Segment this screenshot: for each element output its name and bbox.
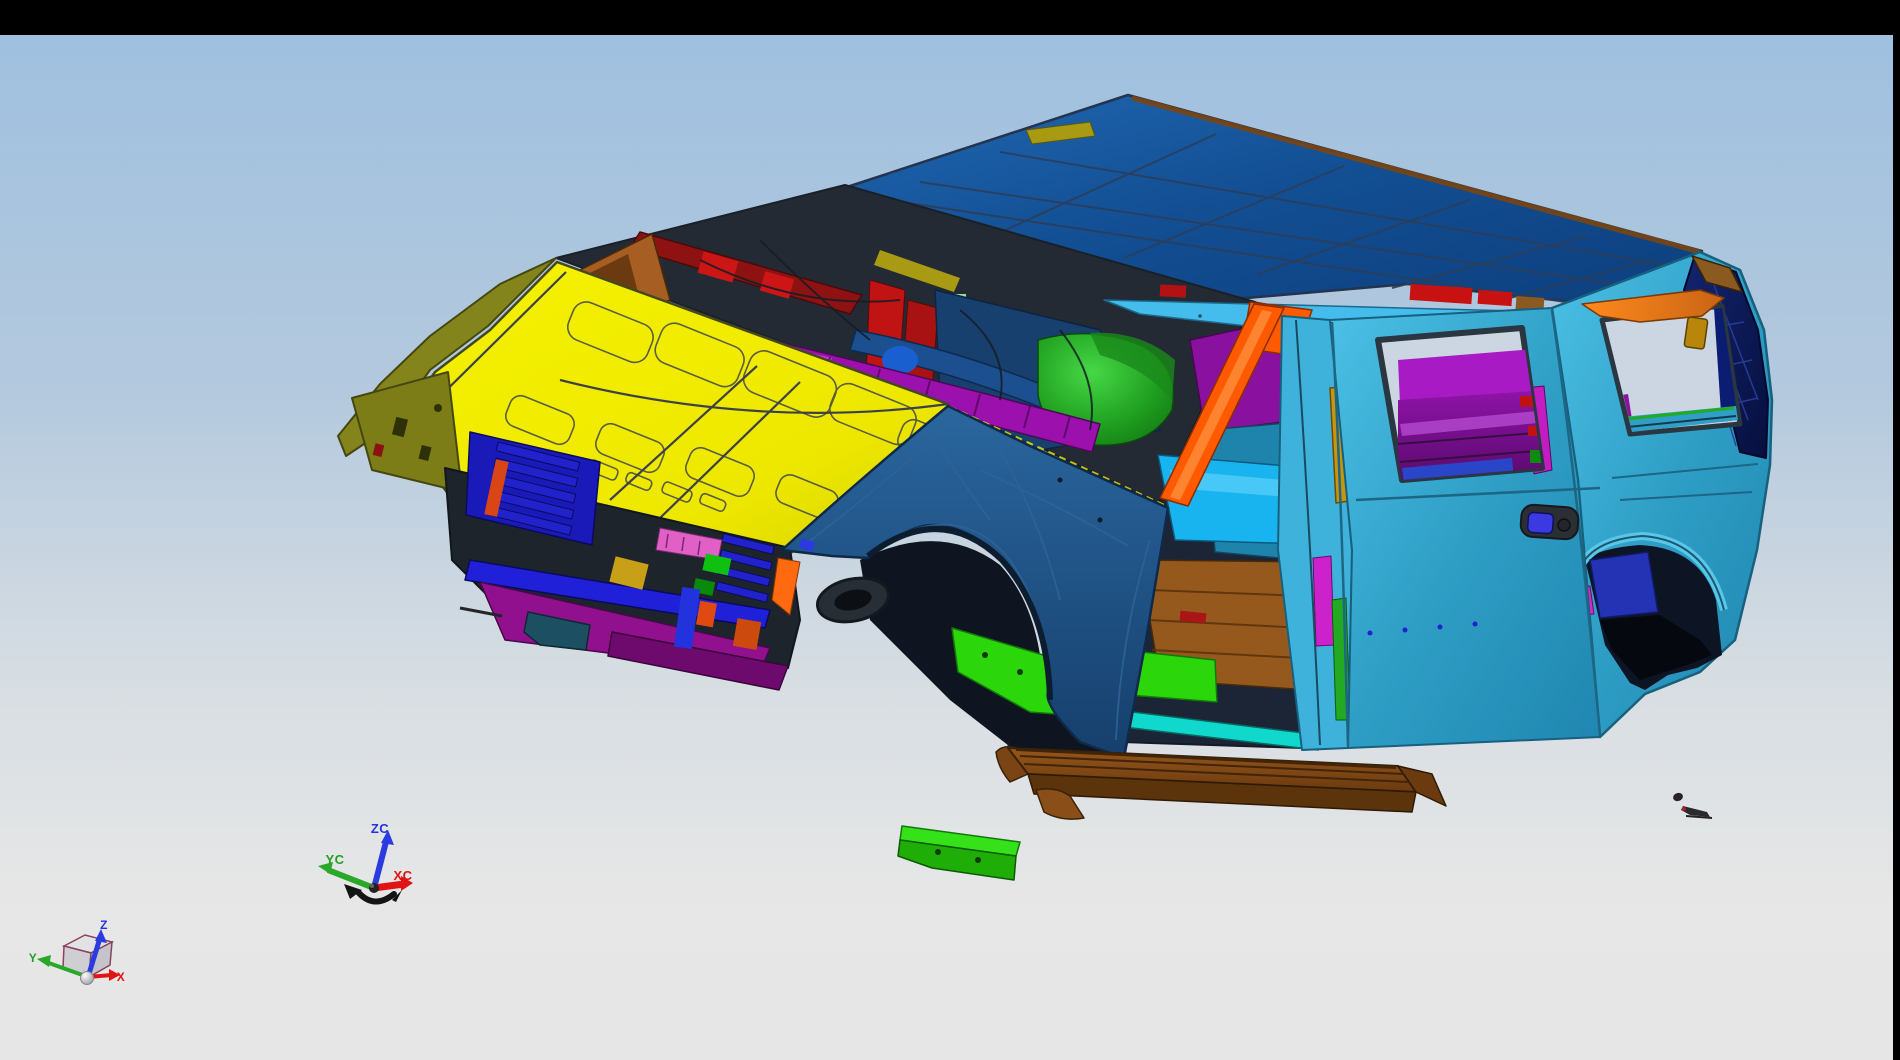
abs-x-label: X (117, 970, 126, 984)
wcs-x-label: XC (393, 868, 412, 883)
abs-y-label: Y (29, 951, 38, 965)
top-frame-bar (0, 0, 1900, 35)
wcs-z-label: ZC (371, 821, 389, 836)
rear-door[interactable] (1330, 308, 1600, 748)
abs-z-label: Z (100, 918, 108, 932)
viewport-canvas[interactable]: ZC YC XC Z Y X (0, 0, 1900, 1060)
door-handle[interactable] (1520, 504, 1579, 540)
cad-application-window: ZC YC XC Z Y X (0, 0, 1900, 1060)
right-frame-bar (1893, 0, 1900, 1060)
wcs-y-label: YC (325, 852, 344, 867)
